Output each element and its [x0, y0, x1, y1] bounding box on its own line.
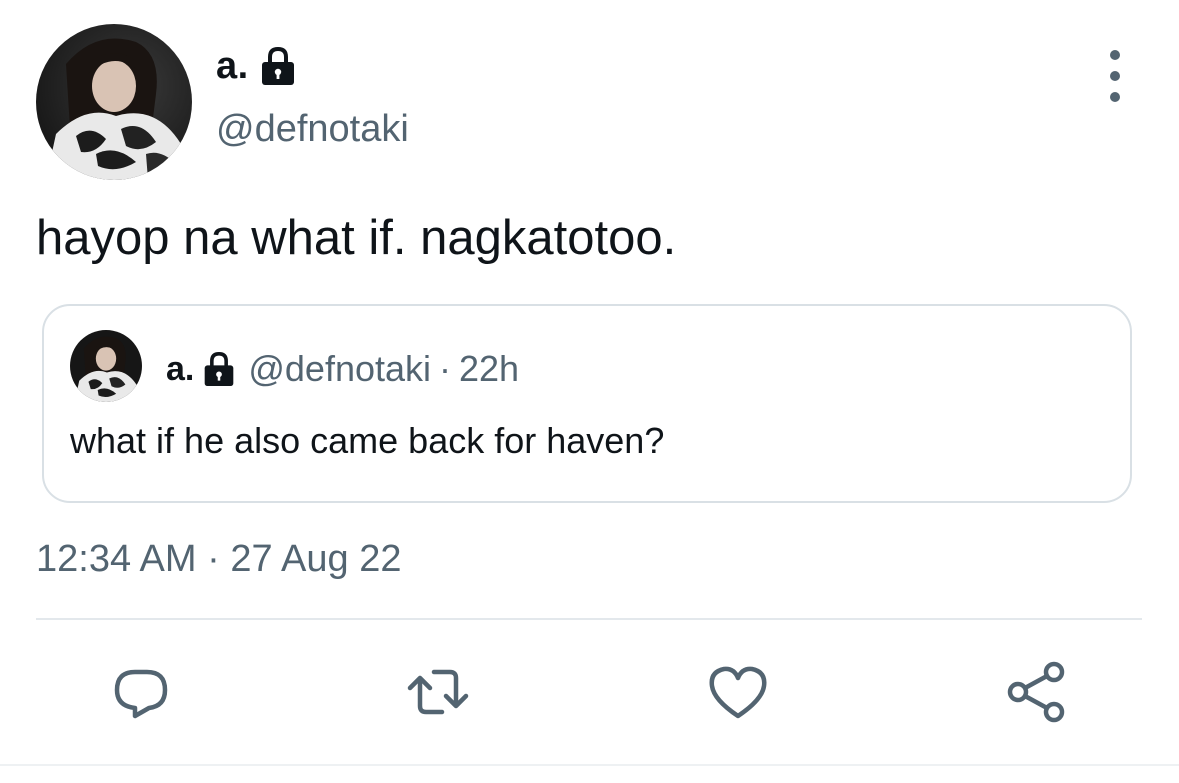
like-button[interactable] — [706, 660, 770, 724]
tweet-text: hayop na what if. nagkatotoo. — [36, 211, 677, 265]
lock-icon — [259, 45, 297, 87]
avatar-photo — [36, 24, 192, 180]
share-icon — [1007, 661, 1065, 723]
author-display-name[interactable]: a. — [216, 45, 249, 88]
separator: · — [439, 348, 452, 389]
more-options-button[interactable] — [1097, 50, 1133, 102]
quoted-tweet-card[interactable]: a. @defnotaki · 22h what if he also came… — [42, 304, 1132, 503]
more-dot — [1110, 71, 1120, 81]
author-name-row[interactable]: a. — [216, 42, 297, 90]
share-button[interactable] — [1004, 660, 1068, 724]
quoted-tweet-time: 22h — [459, 348, 520, 389]
tweet-timestamp[interactable]: 12:34 AM · 27 Aug 22 — [36, 538, 402, 581]
quoted-avatar-photo — [70, 330, 142, 402]
divider — [36, 618, 1142, 620]
quoted-tweet-text: what if he also came back for haven? — [70, 420, 665, 461]
reply-icon — [114, 669, 168, 719]
retweet-icon — [407, 669, 469, 715]
lock-icon — [202, 350, 236, 388]
reply-button[interactable] — [109, 660, 173, 724]
quoted-tweet-header: a. @defnotaki · 22h — [166, 346, 519, 392]
quoted-avatar[interactable] — [70, 330, 142, 402]
bottom-divider — [0, 764, 1179, 766]
more-dot — [1110, 92, 1120, 102]
quoted-author-handle: @defnotaki — [248, 348, 432, 389]
heart-icon — [709, 666, 767, 719]
quoted-author-name: a. — [166, 349, 195, 388]
author-handle[interactable]: @defnotaki — [216, 108, 409, 151]
retweet-button[interactable] — [406, 660, 470, 724]
more-vertical-icon — [1110, 50, 1120, 60]
avatar[interactable] — [36, 24, 192, 180]
